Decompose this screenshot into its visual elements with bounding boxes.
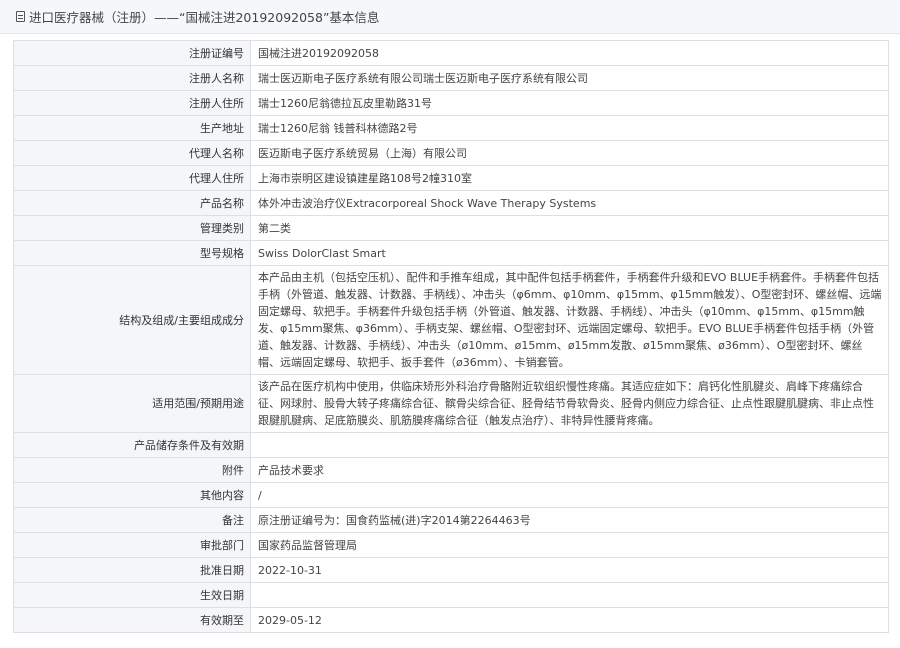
- row-value: 瑞士医迈斯电子医疗系统有限公司瑞士医迈斯电子医疗系统有限公司: [250, 65, 889, 91]
- table-row-structure-composition: 结构及组成/主要组成成分 本产品由主机（包括空压机）、配件和手推车组成，其中配件…: [13, 265, 889, 375]
- row-value: 该产品在医疗机构中使用，供临床矫形外科治疗骨骼附近软组织慢性疼痛。其适应症如下：…: [250, 374, 889, 433]
- row-label: 代理人住所: [13, 165, 251, 191]
- row-label: 批准日期: [13, 557, 251, 583]
- row-label: 产品名称: [13, 190, 251, 216]
- table-row-model-spec: 型号规格 Swiss DolorClast Smart: [13, 240, 889, 266]
- row-value: 本产品由主机（包括空压机）、配件和手推车组成，其中配件包括手柄套件，手柄套件升级…: [250, 265, 889, 375]
- row-value: 医迈斯电子医疗系统贸易（上海）有限公司: [250, 140, 889, 166]
- row-value: [250, 582, 889, 608]
- row-label: 管理类别: [13, 215, 251, 241]
- row-label: 生效日期: [13, 582, 251, 608]
- row-label: 注册人住所: [13, 90, 251, 116]
- row-label: 备注: [13, 507, 251, 533]
- row-label: 型号规格: [13, 240, 251, 266]
- row-value: 瑞士1260尼翁 钱普科林德路2号: [250, 115, 889, 141]
- table-row-intended-use: 适用范围/预期用途 该产品在医疗机构中使用，供临床矫形外科治疗骨骼附近软组织慢性…: [13, 374, 889, 433]
- row-value: 2029-05-12: [250, 607, 889, 633]
- row-label: 其他内容: [13, 482, 251, 508]
- row-label: 适用范围/预期用途: [13, 374, 251, 433]
- row-label: 生产地址: [13, 115, 251, 141]
- row-value: Swiss DolorClast Smart: [250, 240, 889, 266]
- page-title: 进口医疗器械（注册）——“国械注进20192092058”基本信息: [29, 10, 380, 25]
- row-value: 2022-10-31: [250, 557, 889, 583]
- row-label: 结构及组成/主要组成成分: [13, 265, 251, 375]
- page-header: 进口医疗器械（注册）——“国械注进20192092058”基本信息: [0, 0, 900, 34]
- document-icon: [16, 11, 25, 22]
- row-label: 注册人名称: [13, 65, 251, 91]
- row-value: 原注册证编号为：国食药监械(进)字2014第2264463号: [250, 507, 889, 533]
- row-label: 审批部门: [13, 532, 251, 558]
- table-row-attachment: 附件 产品技术要求: [13, 457, 889, 483]
- table-row-production-address: 生产地址 瑞士1260尼翁 钱普科林德路2号: [13, 115, 889, 141]
- info-table: 注册证编号 国械注进20192092058 注册人名称 瑞士医迈斯电子医疗系统有…: [13, 40, 889, 633]
- table-row-other-content: 其他内容 /: [13, 482, 889, 508]
- row-value: 体外冲击波治疗仪Extracorporeal Shock Wave Therap…: [250, 190, 889, 216]
- row-value: [250, 432, 889, 458]
- row-value: 国家药品监督管理局: [250, 532, 889, 558]
- table-row-management-category: 管理类别 第二类: [13, 215, 889, 241]
- row-label: 有效期至: [13, 607, 251, 633]
- table-row-remarks: 备注 原注册证编号为：国食药监械(进)字2014第2264463号: [13, 507, 889, 533]
- table-row-registrant-name: 注册人名称 瑞士医迈斯电子医疗系统有限公司瑞士医迈斯电子医疗系统有限公司: [13, 65, 889, 91]
- table-row-agent-address: 代理人住所 上海市崇明区建设镇建星路108号2幢310室: [13, 165, 889, 191]
- row-label: 注册证编号: [13, 40, 251, 66]
- info-table-container: 注册证编号 国械注进20192092058 注册人名称 瑞士医迈斯电子医疗系统有…: [13, 40, 889, 633]
- row-value: 产品技术要求: [250, 457, 889, 483]
- row-value: 瑞士1260尼翁德拉瓦皮里勒路31号: [250, 90, 889, 116]
- table-row-effective-date: 生效日期: [13, 582, 889, 608]
- table-row-approval-department: 审批部门 国家药品监督管理局: [13, 532, 889, 558]
- table-row-storage-validity: 产品储存条件及有效期: [13, 432, 889, 458]
- row-label: 代理人名称: [13, 140, 251, 166]
- row-value: 上海市崇明区建设镇建星路108号2幢310室: [250, 165, 889, 191]
- table-row-registrant-address: 注册人住所 瑞士1260尼翁德拉瓦皮里勒路31号: [13, 90, 889, 116]
- table-row-approval-date: 批准日期 2022-10-31: [13, 557, 889, 583]
- row-label: 附件: [13, 457, 251, 483]
- table-row-valid-until: 有效期至 2029-05-12: [13, 607, 889, 633]
- row-value: 第二类: [250, 215, 889, 241]
- table-row-product-name: 产品名称 体外冲击波治疗仪Extracorporeal Shock Wave T…: [13, 190, 889, 216]
- row-value: /: [250, 482, 889, 508]
- row-value: 国械注进20192092058: [250, 40, 889, 66]
- table-row-registration-number: 注册证编号 国械注进20192092058: [13, 40, 889, 66]
- row-label: 产品储存条件及有效期: [13, 432, 251, 458]
- table-row-agent-name: 代理人名称 医迈斯电子医疗系统贸易（上海）有限公司: [13, 140, 889, 166]
